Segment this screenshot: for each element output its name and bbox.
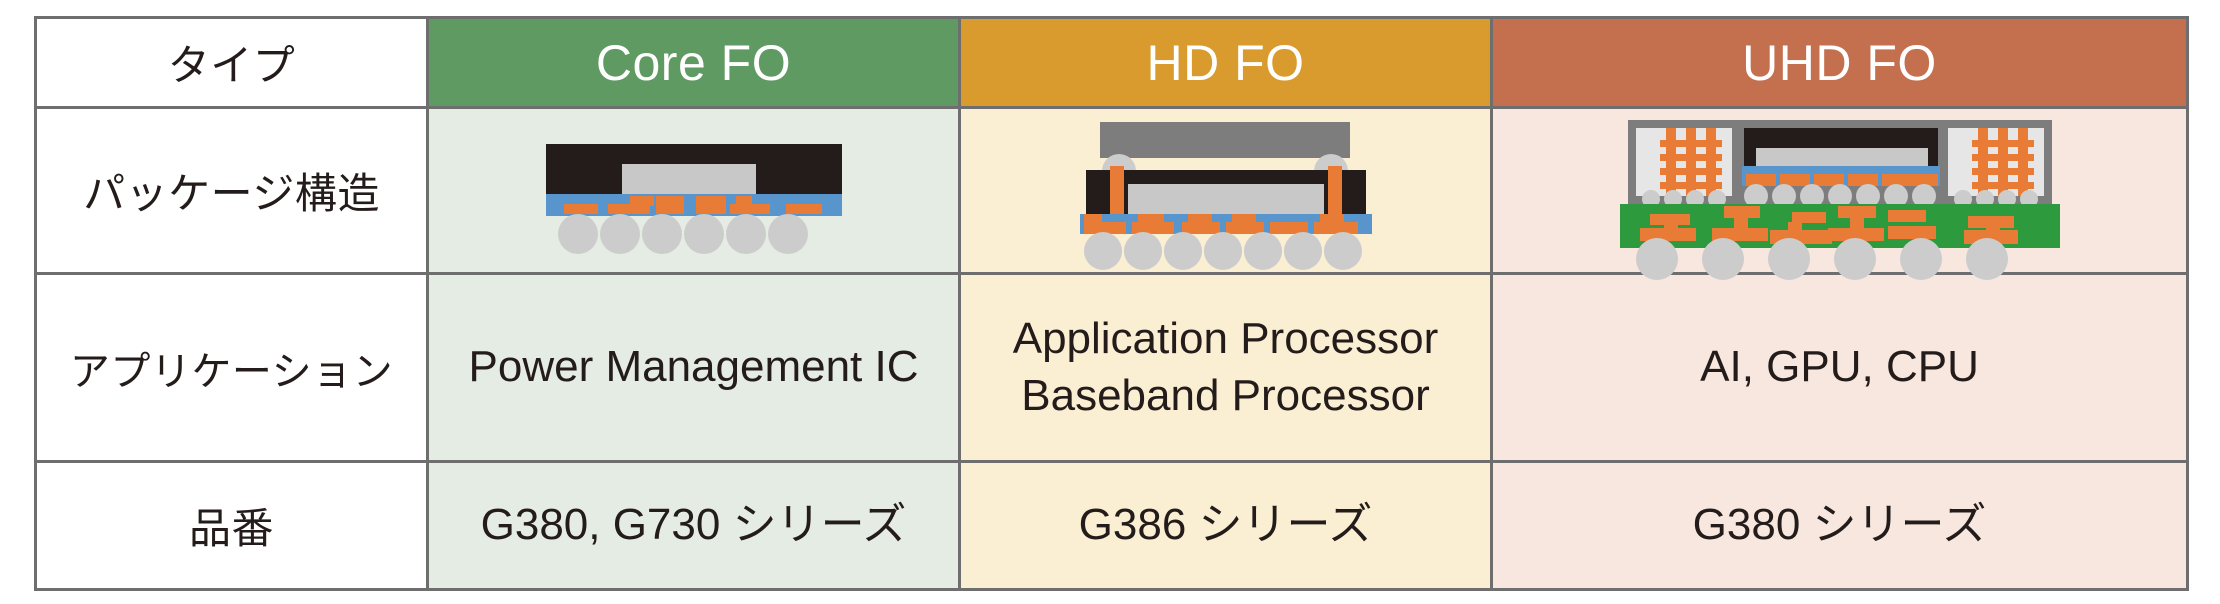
copper-trace	[1847, 173, 1878, 186]
substrate-via	[1733, 215, 1748, 230]
solder-ball	[1283, 231, 1322, 270]
solder-ball	[599, 213, 640, 254]
die	[621, 163, 756, 194]
bga-ball	[1701, 237, 1744, 280]
hbm-via-row	[1659, 167, 1722, 175]
hbm-via-row	[1971, 181, 2034, 189]
application-text-uhd-fo: AI, GPU, CPU	[1493, 339, 2186, 395]
solder-ball	[1243, 231, 1282, 270]
solder-ball	[767, 213, 808, 254]
table-row-part-number: 品番 G380, G730 シリーズ G386 シリーズ G380 シリーズ	[34, 460, 2189, 591]
substrate-via	[1985, 221, 2000, 232]
copper-trace	[729, 203, 770, 214]
application-line: AI, GPU, CPU	[1700, 342, 1979, 392]
copper-trace	[1231, 213, 1256, 224]
hbm-via-row	[1971, 139, 2034, 147]
bga-ball	[1833, 237, 1876, 280]
copper-trace	[563, 203, 598, 214]
cell-core-fo-part-number: G380, G730 シリーズ	[426, 460, 961, 591]
row-label-part-number: 品番	[34, 460, 429, 591]
core-fo-package-diagram	[524, 126, 864, 256]
copper-trace	[1745, 173, 1776, 186]
substrate-via	[1849, 215, 1864, 230]
solder-ball	[641, 213, 682, 254]
copper-trace	[1137, 213, 1164, 224]
copper-trace	[1187, 213, 1212, 224]
substrate-via	[1887, 209, 1926, 222]
substrate-via	[1887, 225, 1936, 239]
solder-ball	[725, 213, 766, 254]
solder-ball	[557, 213, 598, 254]
bga-ball	[1899, 237, 1942, 280]
package-comparison-table-wrapper: タイプ Core FO HD FO UHD FO パッケージ構造 アプリケーショ…	[34, 16, 2189, 591]
cell-uhd-fo-part-number: G380 シリーズ	[1490, 460, 2189, 591]
cell-core-fo-application: Power Management IC	[426, 272, 961, 463]
bga-ball	[1767, 237, 1810, 280]
cell-hd-fo-application: Application Processor Baseband Processor	[958, 272, 1493, 463]
column-header-hd-fo: HD FO	[958, 16, 1493, 109]
column-header-core-fo: Core FO	[426, 16, 961, 109]
hbm-via-row	[1659, 181, 1722, 189]
copper-trace	[629, 195, 654, 206]
hd-fo-package-diagram	[1056, 116, 1396, 270]
cell-hd-fo-part-number: G386 シリーズ	[958, 460, 1493, 591]
copper-trace	[655, 195, 684, 214]
copper-trace	[785, 203, 822, 214]
solder-ball	[1163, 231, 1202, 270]
hbm-via-row	[1659, 153, 1722, 161]
solder-ball	[1123, 231, 1162, 270]
solder-ball	[1203, 231, 1242, 270]
row-label-package-structure: パッケージ構造	[34, 106, 429, 275]
solder-ball	[1323, 231, 1362, 270]
heat-spreader	[1099, 121, 1350, 158]
cell-uhd-fo-package-structure	[1490, 106, 2189, 280]
uhd-fo-package-diagram	[1619, 116, 2060, 280]
bga-ball	[1965, 237, 2008, 280]
table-header-row: タイプ Core FO HD FO UHD FO	[34, 16, 2189, 109]
row-label-application: アプリケーション	[34, 272, 429, 463]
table-row-package-structure: パッケージ構造	[34, 106, 2189, 280]
column-header-uhd-fo: UHD FO	[1490, 16, 2189, 109]
row-label-type: タイプ	[34, 16, 429, 109]
copper-trace	[1083, 213, 1102, 224]
hbm-via-row	[1971, 153, 2034, 161]
application-line: Power Management IC	[468, 342, 919, 392]
cell-core-fo-package-structure	[426, 106, 961, 275]
solder-ball	[1083, 231, 1122, 270]
application-text-core-fo: Power Management IC	[429, 339, 958, 395]
substrate-via	[1663, 220, 1678, 233]
hbm-via-row	[1971, 167, 2034, 175]
hbm-via-row	[1659, 139, 1722, 147]
bga-ball	[1635, 237, 1678, 280]
die	[1127, 183, 1324, 214]
package-comparison-table: タイプ Core FO HD FO UHD FO パッケージ構造 アプリケーショ…	[34, 16, 2189, 591]
copper-trace	[1319, 213, 1344, 224]
copper-trace	[695, 195, 726, 214]
copper-trace	[735, 195, 752, 204]
application-text-hd-fo: Application Processor Baseband Processor	[961, 311, 1490, 424]
cell-hd-fo-package-structure	[958, 106, 1493, 275]
solder-ball	[683, 213, 724, 254]
die	[1755, 147, 1928, 166]
application-line: Application Processor	[1012, 314, 1439, 364]
substrate-via	[1787, 221, 1802, 232]
application-line: Baseband Processor	[1021, 370, 1430, 420]
table-row-application: アプリケーション Power Management IC Application…	[34, 272, 2189, 463]
cell-uhd-fo-application: AI, GPU, CPU	[1490, 272, 2189, 463]
